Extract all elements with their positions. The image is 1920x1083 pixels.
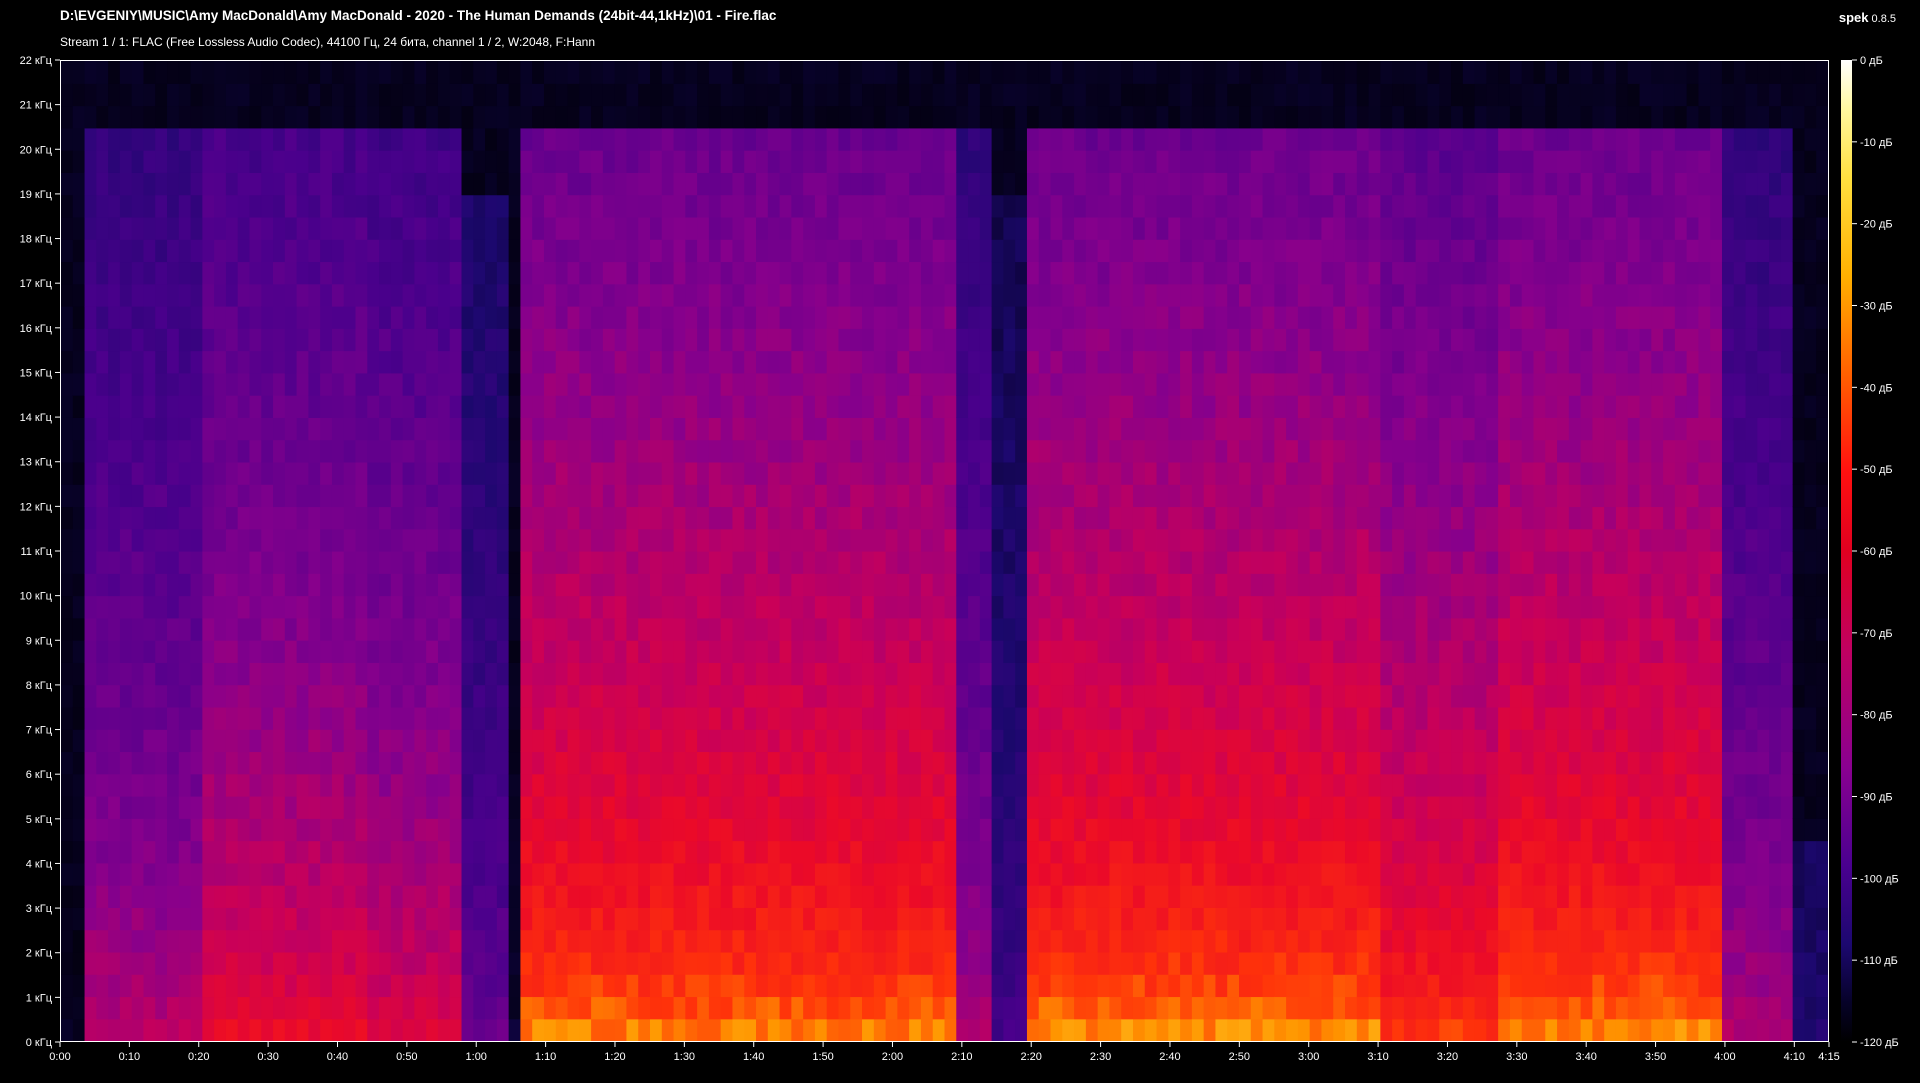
spek-window: D:\EVGENIY\MUSIC\Amy MacDonald\Amy MacDo… [0, 0, 1920, 1083]
